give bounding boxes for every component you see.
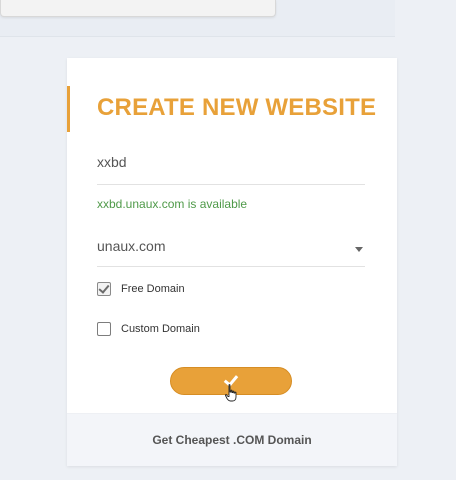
custom-domain-option[interactable]: Custom Domain: [97, 320, 200, 338]
title-accent-bar: [67, 86, 70, 132]
hand-cursor-icon: [224, 384, 237, 402]
create-website-panel: CREATE NEW WEBSITE xxbd.unaux.com is ava…: [67, 58, 397, 466]
custom-domain-label: Custom Domain: [121, 323, 200, 335]
subdomain-field: [97, 148, 365, 185]
cheap-domain-link[interactable]: Get Cheapest .COM Domain: [152, 433, 311, 447]
free-domain-checkbox[interactable]: [97, 282, 111, 296]
availability-message: xxbd.unaux.com is available: [97, 197, 248, 211]
domain-select[interactable]: unaux.com: [97, 228, 365, 267]
checkmark-icon: [98, 282, 110, 294]
custom-domain-checkbox[interactable]: [97, 322, 111, 336]
free-domain-option[interactable]: Free Domain: [97, 280, 185, 298]
chevron-down-icon: [355, 247, 363, 252]
page-title: CREATE NEW WEBSITE: [97, 94, 377, 121]
top-card: [0, 0, 276, 17]
free-domain-label: Free Domain: [121, 283, 185, 295]
selected-domain: unaux.com: [97, 238, 166, 254]
footer: Get Cheapest .COM Domain: [67, 413, 397, 466]
subdomain-input[interactable]: [97, 148, 365, 170]
